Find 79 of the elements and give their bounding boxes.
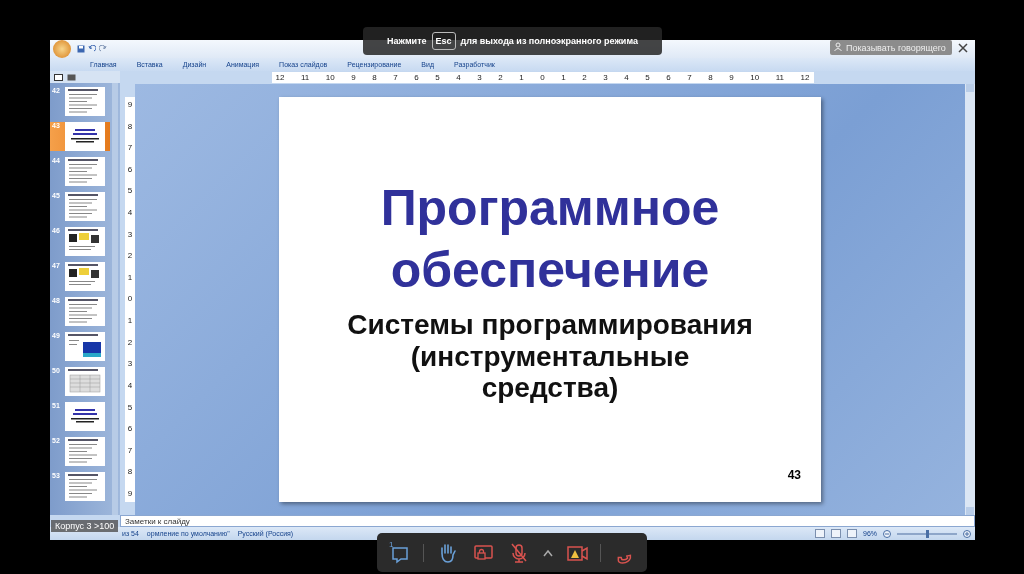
slide-number: 43 xyxy=(787,468,801,482)
ruler-number: 0 xyxy=(540,73,545,82)
redo-icon[interactable] xyxy=(99,45,107,53)
outline-tab-icon[interactable] xyxy=(67,73,76,81)
ruler-number: 11 xyxy=(300,73,310,82)
notification-text: Нажмите xyxy=(387,36,427,46)
ruler-number: 2 xyxy=(498,73,503,82)
slide-preview xyxy=(65,402,105,431)
ruler-number: 6 xyxy=(127,425,133,434)
slide-title: Программное обеспечение xyxy=(379,179,721,300)
ruler-number: 7 xyxy=(393,73,398,82)
ruler-number: 12 xyxy=(275,73,285,82)
ruler-number: 6 xyxy=(127,165,133,174)
ruler-number: 8 xyxy=(127,122,133,131)
ruler-number: 3 xyxy=(127,230,133,239)
slide-preview xyxy=(65,262,105,291)
ruler-number: 1 xyxy=(561,73,566,82)
ruler-number: 8 xyxy=(127,468,133,477)
slide-preview xyxy=(65,87,105,116)
slide-preview xyxy=(65,367,105,396)
unread-count: 1 xyxy=(389,539,394,549)
ruler-number: 6 xyxy=(414,73,419,82)
ruler-number: 4 xyxy=(624,73,629,82)
ruler-number: 4 xyxy=(127,209,133,218)
ruler-number: 9 xyxy=(127,101,133,109)
slide-preview xyxy=(65,332,105,361)
ruler-number: 1 xyxy=(127,317,133,326)
save-icon[interactable] xyxy=(77,45,85,53)
ruler-number: 7 xyxy=(127,446,133,455)
ruler-number: 5 xyxy=(645,73,650,82)
ruler-number: 7 xyxy=(687,73,692,82)
ruler-number: 6 xyxy=(666,73,671,82)
slide-preview xyxy=(65,227,105,256)
ruler-number: 8 xyxy=(372,73,377,82)
slide-preview xyxy=(65,122,105,151)
ruler-number: 5 xyxy=(127,187,133,196)
ruler-number: 3 xyxy=(603,73,608,82)
ruler-number: 4 xyxy=(456,73,461,82)
ruler-number: 3 xyxy=(477,73,482,82)
ruler-number: 9 xyxy=(127,489,133,498)
ruler-number: 5 xyxy=(435,73,440,82)
ruler-number: 11 xyxy=(775,73,785,82)
ruler-number: 4 xyxy=(127,381,133,390)
ruler-number: 2 xyxy=(582,73,587,82)
ruler-number: 2 xyxy=(127,252,133,261)
ruler-number: 2 xyxy=(127,338,133,347)
zoom-in-icon[interactable] xyxy=(963,529,971,538)
notification-text: для выхода из полноэкранного режима xyxy=(460,36,638,46)
ruler-number: 0 xyxy=(127,295,133,304)
ruler-number: 9 xyxy=(729,73,734,82)
scroll-bar[interactable] xyxy=(112,83,118,515)
ruler-number: 7 xyxy=(127,144,133,153)
ruler-number: 12 xyxy=(800,73,810,82)
show-speaker-button[interactable]: Показывать говорящего xyxy=(830,40,952,55)
slides-tab-icon[interactable] xyxy=(54,73,63,81)
ruler-number: 8 xyxy=(708,73,713,82)
slide-subtitle: Системы программирования (инструментальные средства) xyxy=(346,309,754,404)
room-label: Корпус 3 >100 xyxy=(51,520,119,532)
ruler-number: 1 xyxy=(127,273,133,282)
slide-preview xyxy=(65,437,105,466)
zoom-slider[interactable] xyxy=(897,532,957,535)
ruler-number: 1 xyxy=(519,73,524,82)
zoom-out-icon[interactable] xyxy=(883,529,891,538)
ruler-number: 10 xyxy=(325,73,335,82)
slide-preview xyxy=(65,192,105,221)
office-button[interactable] xyxy=(53,40,71,58)
notes-field[interactable]: Заметки к слайду xyxy=(120,515,975,527)
slide-preview xyxy=(65,157,105,186)
person-icon xyxy=(834,42,843,51)
ruler-number: 5 xyxy=(127,403,133,412)
ruler-number: 3 xyxy=(127,360,133,369)
undo-icon[interactable] xyxy=(88,45,96,53)
ruler-number: 9 xyxy=(351,73,356,82)
slider-thumb[interactable] xyxy=(926,529,929,538)
close-icon[interactable] xyxy=(957,42,969,54)
key-label: Esc xyxy=(431,32,456,50)
ruler-number: 10 xyxy=(750,73,760,82)
slide-preview xyxy=(65,472,105,501)
slide-preview xyxy=(65,297,105,326)
